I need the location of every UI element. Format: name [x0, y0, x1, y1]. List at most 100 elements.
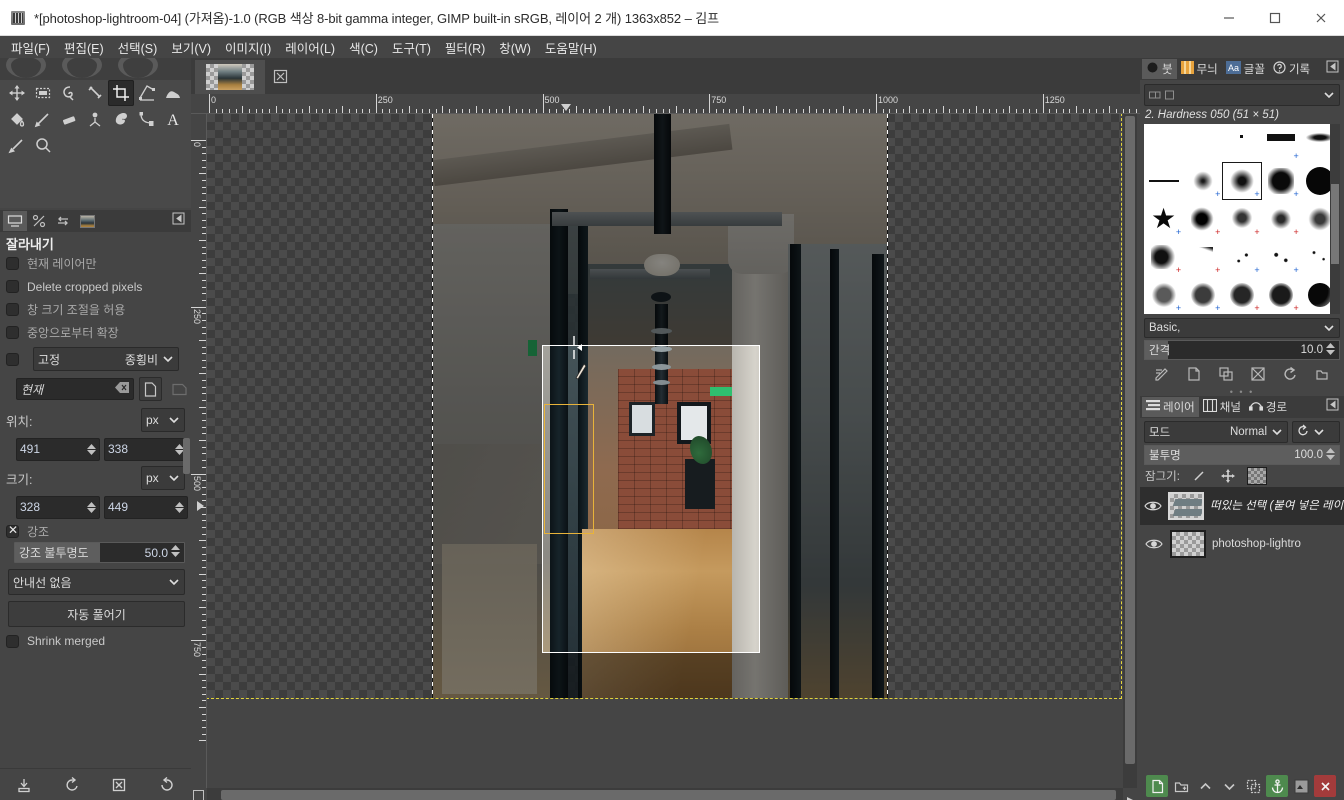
brush-cell[interactable]: ★ +	[1144, 200, 1183, 238]
menu-file[interactable]: 파일(F)	[4, 36, 57, 59]
tab-tool-options[interactable]	[3, 211, 27, 231]
tab-layers[interactable]: 레이어	[1142, 397, 1199, 417]
position-x-steppers[interactable]	[87, 443, 96, 455]
canvas-vertical-scrollbar[interactable]	[1123, 114, 1137, 788]
color-picker-tool[interactable]	[4, 132, 30, 158]
move-tool[interactable]	[4, 80, 30, 106]
bucket-fill-tool[interactable]	[4, 106, 30, 132]
tab-patterns[interactable]: 무늬	[1177, 59, 1222, 79]
menu-image[interactable]: 이미지(I)	[218, 36, 278, 59]
lock-alpha-icon[interactable]	[1246, 467, 1267, 485]
size-width-input[interactable]: 328	[16, 495, 100, 519]
brush-grid[interactable]: + + + + + + ★+ + + + + + + + + + + + + +…	[1144, 124, 1340, 314]
brush-cell[interactable]: +	[1183, 238, 1222, 276]
size-height-input[interactable]: 449	[104, 495, 188, 519]
zoom-tool[interactable]	[30, 132, 56, 158]
brushes-dock-menu-icon[interactable]	[1326, 60, 1339, 78]
layer-visibility-icon[interactable]	[1144, 500, 1162, 512]
clear-aspect-icon[interactable]	[114, 382, 129, 396]
delete-brush-icon[interactable]	[1250, 366, 1266, 387]
tab-undo-history[interactable]	[27, 211, 51, 231]
option-current-layer-only[interactable]: 현재 레이어만	[0, 252, 191, 275]
layers-dock-menu-icon[interactable]	[1326, 398, 1339, 416]
position-x-input[interactable]: 491	[16, 437, 100, 461]
tab-brushes[interactable]: 붓	[1142, 59, 1177, 79]
option-allow-window-resize[interactable]: 창 크기 조절을 허용	[0, 298, 191, 321]
warp-tool[interactable]	[160, 80, 186, 106]
lock-pixels-icon[interactable]	[1189, 467, 1209, 485]
brush-cell[interactable]: +	[1183, 200, 1222, 238]
save-tool-preset-icon[interactable]	[13, 774, 35, 796]
free-select-tool[interactable]	[56, 80, 82, 106]
guides-combo[interactable]: 안내선 없음	[8, 569, 185, 595]
fuzzy-select-tool[interactable]	[82, 80, 108, 106]
shrink-merged-checkbox[interactable]	[6, 634, 19, 648]
tab-history[interactable]: 기록	[1269, 59, 1314, 79]
paths-tool[interactable]	[134, 106, 160, 132]
size-unit-combo[interactable]: px	[141, 466, 185, 490]
menu-filters[interactable]: 필터(R)	[438, 36, 492, 59]
current-layer-only-checkbox[interactable]	[6, 257, 19, 270]
allow-window-resize-checkbox[interactable]	[6, 303, 19, 316]
canvas-viewport[interactable]	[207, 114, 1140, 788]
new-layer-group-icon[interactable]	[1170, 775, 1192, 797]
brush-cell[interactable]: +	[1222, 200, 1261, 238]
highlight-checkbox[interactable]	[6, 523, 19, 538]
brush-tag-filter[interactable]	[1144, 84, 1340, 106]
brush-cell[interactable]: +	[1183, 276, 1222, 314]
anchor-layer-icon[interactable]	[1266, 775, 1288, 797]
menu-tools[interactable]: 도구(T)	[385, 36, 438, 59]
aspect-ratio-field[interactable]: 현재	[16, 378, 134, 400]
option-delete-cropped-pixels[interactable]: Delete cropped pixels	[0, 275, 191, 298]
layer-visibility-icon[interactable]	[1144, 538, 1164, 550]
tool-options-menu-icon[interactable]	[172, 212, 185, 230]
brush-cell[interactable]: +	[1183, 162, 1222, 200]
image-tab[interactable]	[195, 60, 265, 94]
transform-tool[interactable]	[134, 80, 160, 106]
crop-tool[interactable]	[108, 80, 134, 106]
dock-separator-handle[interactable]: • • •	[1140, 388, 1344, 397]
brush-cell[interactable]	[1222, 124, 1261, 162]
vertical-ruler[interactable]: 0 250 500 750	[191, 114, 207, 788]
fixed-aspect-combo[interactable]: 고정 종횡비	[33, 347, 179, 371]
close-image-icon[interactable]	[271, 67, 289, 85]
raise-layer-icon[interactable]	[1194, 775, 1216, 797]
position-unit-combo[interactable]: px	[141, 408, 185, 432]
brush-cell[interactable]	[1144, 124, 1183, 162]
layer-mode-combo[interactable]: 모드 Normal	[1144, 421, 1288, 443]
brush-cell[interactable]: +	[1222, 238, 1261, 276]
text-tool[interactable]: A	[160, 106, 186, 132]
brush-cell[interactable]: +	[1262, 162, 1301, 200]
option-highlight[interactable]: 강조	[0, 520, 191, 542]
new-layer-icon[interactable]	[1146, 775, 1168, 797]
brush-cell[interactable]: +	[1222, 276, 1261, 314]
tab-paths[interactable]: 경로	[1245, 397, 1291, 417]
menu-help[interactable]: 도움말(H)	[538, 36, 604, 59]
brush-spacing-slider[interactable]: 간격 10.0	[1144, 340, 1340, 360]
canvas-transparent-area[interactable]	[207, 114, 1122, 699]
maximize-button[interactable]	[1252, 0, 1298, 36]
tab-images[interactable]	[75, 211, 99, 231]
merge-layer-icon[interactable]	[1290, 775, 1312, 797]
rect-select-tool[interactable]	[30, 80, 56, 106]
menu-edit[interactable]: 편집(E)	[57, 36, 111, 59]
option-shrink-merged[interactable]: Shrink merged	[0, 627, 191, 655]
new-brush-icon[interactable]	[1186, 366, 1202, 387]
brush-tag-select[interactable]: Basic,	[1144, 318, 1340, 338]
reset-tool-options-icon[interactable]	[156, 774, 178, 796]
delete-cropped-pixels-checkbox[interactable]	[6, 280, 19, 293]
tool-options-scrollbar[interactable]	[183, 438, 190, 474]
lock-position-icon[interactable]	[1218, 467, 1238, 485]
eraser-tool[interactable]	[56, 106, 82, 132]
fixed-checkbox[interactable]	[6, 352, 19, 366]
expand-from-center-checkbox[interactable]	[6, 326, 19, 339]
lower-layer-icon[interactable]	[1218, 775, 1240, 797]
quickmask-toggle-button[interactable]	[191, 788, 205, 800]
clone-tool[interactable]	[108, 106, 134, 132]
tab-device-status[interactable]	[51, 211, 75, 231]
brush-grid-scrollbar[interactable]	[1330, 124, 1340, 314]
position-y-input[interactable]: 338	[104, 437, 188, 461]
layer-row-base-image[interactable]: photoshop-lightro	[1140, 525, 1344, 563]
menu-colors[interactable]: 색(C)	[342, 36, 385, 59]
paintbrush-tool[interactable]	[30, 106, 56, 132]
